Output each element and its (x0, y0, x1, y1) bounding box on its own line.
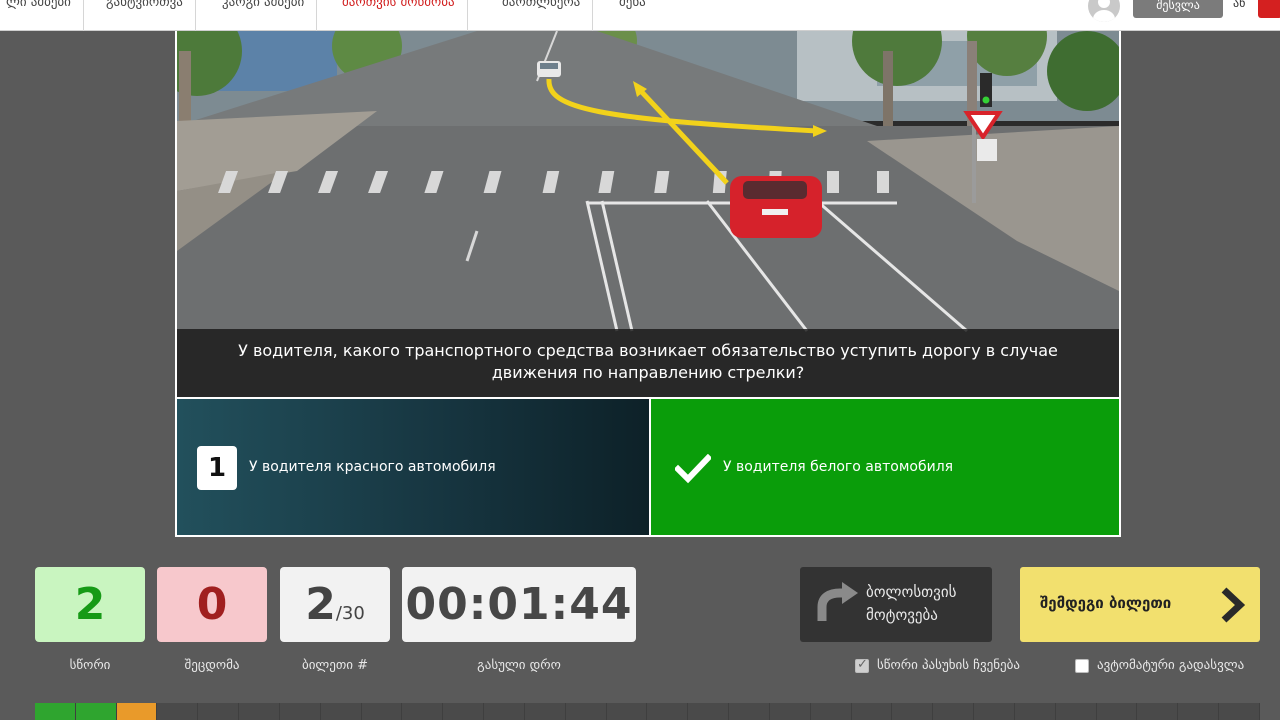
ticket-current: 2 (305, 579, 336, 630)
skip-to-end-label: ბოლოსთვის მოტოვება (866, 583, 957, 624)
nav-item-driving-license[interactable]: მართვის მოწმობა (330, 0, 468, 31)
progress-segment[interactable] (1096, 703, 1138, 720)
next-ticket-button[interactable]: შემდეგი ბილეთი (1020, 567, 1260, 642)
progress-segment[interactable] (402, 703, 444, 720)
ticket-progress-bar (35, 703, 1260, 720)
time-label: გასული დრო (477, 658, 561, 673)
progress-segment[interactable] (1178, 703, 1220, 720)
nav-item-entertainment[interactable]: განტვირთვა (94, 0, 196, 31)
progress-segment[interactable] (280, 703, 321, 720)
progress-segment[interactable] (810, 703, 852, 720)
wrong-count: 0 (157, 567, 267, 642)
progress-segment[interactable] (688, 703, 730, 720)
top-navigation: ლი ამბები განტვირთვა კარგი ამბები მართვი… (0, 0, 1280, 31)
correct-label: სწორი (69, 658, 111, 673)
nav-item-more[interactable]: მენა (607, 0, 658, 31)
progress-segment[interactable] (565, 703, 607, 720)
nav-item-spelling[interactable]: მართლწერა (490, 0, 594, 31)
ticket-number: 2/30 (280, 567, 390, 642)
menu-button[interactable] (1258, 0, 1280, 18)
progress-segment[interactable] (729, 703, 770, 720)
answer-option-1[interactable]: 1 У водителя красного автомобиля (177, 399, 649, 535)
progress-segment[interactable] (35, 703, 76, 720)
progress-segment[interactable] (933, 703, 975, 720)
progress-segment[interactable] (198, 703, 240, 720)
ticket-label: ბილეთი # (301, 658, 369, 673)
check-icon (675, 454, 711, 484)
chevron-right-icon (1221, 587, 1246, 623)
login-button[interactable]: შესვლა (1133, 0, 1223, 18)
auto-advance-label: ავტომატური გადასვლა (1097, 658, 1245, 673)
progress-segment[interactable] (239, 703, 280, 720)
progress-segment[interactable] (606, 703, 648, 720)
progress-segment[interactable] (974, 703, 1015, 720)
elapsed-time: 00:01:44 (402, 567, 636, 642)
return-arrow-icon (817, 582, 858, 621)
answer-text: У водителя красного автомобиля (249, 459, 496, 475)
user-avatar-icon[interactable] (1088, 0, 1120, 22)
next-ticket-label: შემდეგი ბილეთი (1040, 594, 1172, 612)
answers: 1 У водителя красного автомобиля У водит… (177, 397, 1119, 535)
skip-to-end-button[interactable]: ბოლოსთვის მოტოვება (800, 567, 992, 642)
progress-segment[interactable] (1055, 703, 1097, 720)
progress-segment[interactable] (443, 703, 485, 720)
nav-item-news[interactable]: ლი ამბები (0, 0, 84, 31)
progress-segment[interactable] (157, 703, 199, 720)
language-switch[interactable]: ან (1233, 0, 1245, 10)
progress-segment[interactable] (647, 703, 689, 720)
progress-segment[interactable] (770, 703, 811, 720)
auto-advance-checkbox[interactable] (1075, 659, 1089, 673)
progress-segment[interactable] (851, 703, 893, 720)
nav-item-good-news[interactable]: კარგი ამბები (210, 0, 318, 31)
show-correct-label: სწორი პასუხის ჩვენება (877, 658, 1020, 673)
progress-segment[interactable] (116, 703, 158, 720)
answer-number: 1 (197, 446, 237, 490)
progress-segment[interactable] (1219, 703, 1260, 720)
question-panel: У водителя, какого транспортного средств… (175, 31, 1121, 537)
answer-text: У водителя белого автомобиля (723, 459, 954, 475)
ticket-total: /30 (335, 603, 365, 624)
progress-segment[interactable] (892, 703, 934, 720)
progress-segment[interactable] (1015, 703, 1056, 720)
answer-option-2[interactable]: У водителя белого автомобиля (651, 399, 1119, 535)
progress-segment[interactable] (525, 703, 566, 720)
question-text: У водителя, какого транспортного средств… (177, 329, 1119, 397)
show-correct-checkbox[interactable] (855, 657, 869, 673)
correct-count: 2 (35, 567, 145, 642)
progress-segment[interactable] (320, 703, 362, 720)
progress-segment[interactable] (1137, 703, 1179, 720)
progress-segment[interactable] (361, 703, 403, 720)
progress-segment[interactable] (75, 703, 117, 720)
wrong-label: შეცდომა (184, 658, 240, 673)
progress-segment[interactable] (484, 703, 525, 720)
